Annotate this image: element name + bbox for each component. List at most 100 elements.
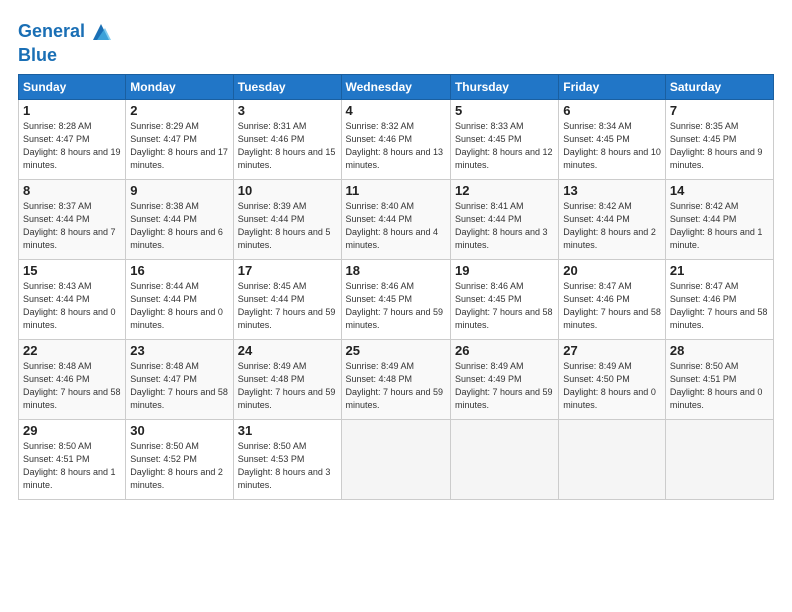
day-detail: Sunrise: 8:42 AM Sunset: 4:44 PM Dayligh… [563,200,661,252]
empty-cell [450,420,558,500]
day-detail: Sunrise: 8:40 AM Sunset: 4:44 PM Dayligh… [346,200,446,252]
day-number: 9 [130,183,228,198]
day-detail: Sunrise: 8:37 AM Sunset: 4:44 PM Dayligh… [23,200,121,252]
day-number: 10 [238,183,337,198]
day-cell: 18 Sunrise: 8:46 AM Sunset: 4:45 PM Dayl… [341,260,450,340]
day-cell: 26 Sunrise: 8:49 AM Sunset: 4:49 PM Dayl… [450,340,558,420]
day-cell: 23 Sunrise: 8:48 AM Sunset: 4:47 PM Dayl… [126,340,233,420]
day-detail: Sunrise: 8:46 AM Sunset: 4:45 PM Dayligh… [455,280,554,332]
day-number: 20 [563,263,661,278]
day-number: 25 [346,343,446,358]
day-number: 19 [455,263,554,278]
day-number: 6 [563,103,661,118]
day-detail: Sunrise: 8:49 AM Sunset: 4:48 PM Dayligh… [346,360,446,412]
day-cell: 2 Sunrise: 8:29 AM Sunset: 4:47 PM Dayli… [126,100,233,180]
day-number: 31 [238,423,337,438]
day-cell: 22 Sunrise: 8:48 AM Sunset: 4:46 PM Dayl… [19,340,126,420]
week-row: 29 Sunrise: 8:50 AM Sunset: 4:51 PM Dayl… [19,420,774,500]
day-detail: Sunrise: 8:50 AM Sunset: 4:51 PM Dayligh… [670,360,769,412]
day-detail: Sunrise: 8:42 AM Sunset: 4:44 PM Dayligh… [670,200,769,252]
day-number: 1 [23,103,121,118]
day-detail: Sunrise: 8:35 AM Sunset: 4:45 PM Dayligh… [670,120,769,172]
day-detail: Sunrise: 8:41 AM Sunset: 4:44 PM Dayligh… [455,200,554,252]
day-cell: 31 Sunrise: 8:50 AM Sunset: 4:53 PM Dayl… [233,420,341,500]
day-number: 26 [455,343,554,358]
day-number: 5 [455,103,554,118]
day-cell: 17 Sunrise: 8:45 AM Sunset: 4:44 PM Dayl… [233,260,341,340]
header-tuesday: Tuesday [233,75,341,100]
day-detail: Sunrise: 8:48 AM Sunset: 4:47 PM Dayligh… [130,360,228,412]
day-cell: 4 Sunrise: 8:32 AM Sunset: 4:46 PM Dayli… [341,100,450,180]
day-number: 22 [23,343,121,358]
day-number: 24 [238,343,337,358]
day-cell: 13 Sunrise: 8:42 AM Sunset: 4:44 PM Dayl… [559,180,666,260]
weekday-header-row: Sunday Monday Tuesday Wednesday Thursday… [19,75,774,100]
day-cell: 9 Sunrise: 8:38 AM Sunset: 4:44 PM Dayli… [126,180,233,260]
day-number: 12 [455,183,554,198]
header-saturday: Saturday [665,75,773,100]
day-number: 15 [23,263,121,278]
day-detail: Sunrise: 8:46 AM Sunset: 4:45 PM Dayligh… [346,280,446,332]
day-detail: Sunrise: 8:28 AM Sunset: 4:47 PM Dayligh… [23,120,121,172]
day-number: 18 [346,263,446,278]
day-detail: Sunrise: 8:31 AM Sunset: 4:46 PM Dayligh… [238,120,337,172]
day-number: 3 [238,103,337,118]
day-cell: 15 Sunrise: 8:43 AM Sunset: 4:44 PM Dayl… [19,260,126,340]
day-cell: 21 Sunrise: 8:47 AM Sunset: 4:46 PM Dayl… [665,260,773,340]
day-detail: Sunrise: 8:32 AM Sunset: 4:46 PM Dayligh… [346,120,446,172]
day-cell: 7 Sunrise: 8:35 AM Sunset: 4:45 PM Dayli… [665,100,773,180]
day-detail: Sunrise: 8:49 AM Sunset: 4:50 PM Dayligh… [563,360,661,412]
day-detail: Sunrise: 8:47 AM Sunset: 4:46 PM Dayligh… [563,280,661,332]
day-detail: Sunrise: 8:50 AM Sunset: 4:53 PM Dayligh… [238,440,337,492]
day-number: 27 [563,343,661,358]
day-cell: 29 Sunrise: 8:50 AM Sunset: 4:51 PM Dayl… [19,420,126,500]
day-cell: 6 Sunrise: 8:34 AM Sunset: 4:45 PM Dayli… [559,100,666,180]
day-number: 17 [238,263,337,278]
day-cell: 12 Sunrise: 8:41 AM Sunset: 4:44 PM Dayl… [450,180,558,260]
day-number: 23 [130,343,228,358]
logo-text: General [18,22,85,42]
day-cell: 30 Sunrise: 8:50 AM Sunset: 4:52 PM Dayl… [126,420,233,500]
day-number: 30 [130,423,228,438]
day-detail: Sunrise: 8:39 AM Sunset: 4:44 PM Dayligh… [238,200,337,252]
page: General Blue Sunday Monday Tuesday Wedne… [0,0,792,612]
week-row: 8 Sunrise: 8:37 AM Sunset: 4:44 PM Dayli… [19,180,774,260]
day-number: 16 [130,263,228,278]
day-cell: 11 Sunrise: 8:40 AM Sunset: 4:44 PM Dayl… [341,180,450,260]
day-cell: 8 Sunrise: 8:37 AM Sunset: 4:44 PM Dayli… [19,180,126,260]
day-detail: Sunrise: 8:43 AM Sunset: 4:44 PM Dayligh… [23,280,121,332]
day-number: 8 [23,183,121,198]
logo-text2: Blue [18,45,57,65]
header-wednesday: Wednesday [341,75,450,100]
empty-cell [665,420,773,500]
calendar: Sunday Monday Tuesday Wednesday Thursday… [18,74,774,500]
day-number: 7 [670,103,769,118]
day-detail: Sunrise: 8:49 AM Sunset: 4:49 PM Dayligh… [455,360,554,412]
day-detail: Sunrise: 8:34 AM Sunset: 4:45 PM Dayligh… [563,120,661,172]
day-cell: 24 Sunrise: 8:49 AM Sunset: 4:48 PM Dayl… [233,340,341,420]
day-cell: 10 Sunrise: 8:39 AM Sunset: 4:44 PM Dayl… [233,180,341,260]
header: General Blue [18,18,774,66]
header-sunday: Sunday [19,75,126,100]
day-detail: Sunrise: 8:48 AM Sunset: 4:46 PM Dayligh… [23,360,121,412]
day-cell: 20 Sunrise: 8:47 AM Sunset: 4:46 PM Dayl… [559,260,666,340]
day-cell: 14 Sunrise: 8:42 AM Sunset: 4:44 PM Dayl… [665,180,773,260]
day-detail: Sunrise: 8:49 AM Sunset: 4:48 PM Dayligh… [238,360,337,412]
header-monday: Monday [126,75,233,100]
day-number: 21 [670,263,769,278]
day-number: 28 [670,343,769,358]
header-friday: Friday [559,75,666,100]
day-detail: Sunrise: 8:33 AM Sunset: 4:45 PM Dayligh… [455,120,554,172]
day-number: 2 [130,103,228,118]
day-cell: 28 Sunrise: 8:50 AM Sunset: 4:51 PM Dayl… [665,340,773,420]
day-detail: Sunrise: 8:50 AM Sunset: 4:51 PM Dayligh… [23,440,121,492]
day-cell: 27 Sunrise: 8:49 AM Sunset: 4:50 PM Dayl… [559,340,666,420]
day-number: 29 [23,423,121,438]
week-row: 1 Sunrise: 8:28 AM Sunset: 4:47 PM Dayli… [19,100,774,180]
day-detail: Sunrise: 8:29 AM Sunset: 4:47 PM Dayligh… [130,120,228,172]
day-cell: 1 Sunrise: 8:28 AM Sunset: 4:47 PM Dayli… [19,100,126,180]
day-detail: Sunrise: 8:44 AM Sunset: 4:44 PM Dayligh… [130,280,228,332]
day-detail: Sunrise: 8:50 AM Sunset: 4:52 PM Dayligh… [130,440,228,492]
header-thursday: Thursday [450,75,558,100]
empty-cell [559,420,666,500]
